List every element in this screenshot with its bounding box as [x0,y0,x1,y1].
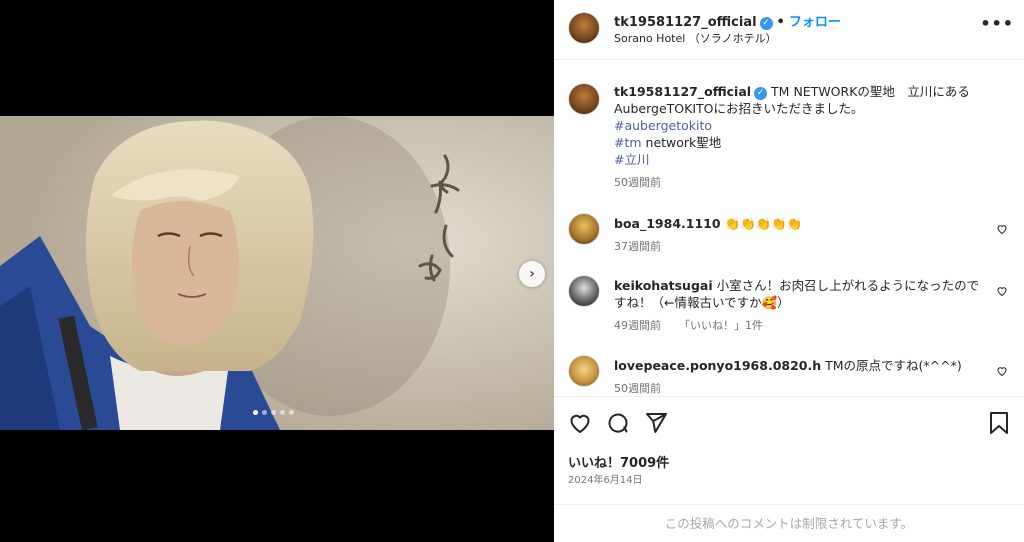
heart-icon[interactable] [996,365,1008,377]
comment-username[interactable]: boa_1984.1110 [614,216,721,231]
comment-text: TMの原点ですね(*^^*) [825,358,962,373]
comment-bubble-icon[interactable] [606,411,630,435]
caption-time[interactable]: 50週間前 [614,176,661,189]
comment-likes[interactable]: 「いいね！」1件 [679,319,763,332]
media-viewer: › [0,0,554,542]
commenter-avatar[interactable] [568,355,600,387]
bookmark-icon[interactable] [988,411,1010,435]
next-slide-button[interactable]: › [519,261,545,287]
action-bar [568,411,1010,437]
verified-badge-icon: ✓ [759,17,773,30]
carousel-indicator [253,410,294,415]
comment-time[interactable]: 49週間前 [614,319,661,332]
author-avatar[interactable] [568,12,600,44]
carousel-dot [280,410,285,415]
heart-icon[interactable] [996,285,1008,297]
hashtag-tm[interactable]: #tm [614,135,642,150]
separator-dot: • [776,15,785,30]
heart-icon[interactable] [996,223,1008,235]
comment-time[interactable]: 37週間前 [614,240,661,253]
author-line: tk19581127_official ✓ • フォロー [614,11,841,30]
post-date[interactable]: 2024年6月14日 [568,471,643,486]
verified-badge-icon: ✓ [754,87,768,100]
carousel-dot [262,410,267,415]
caption-text-line1: TM NETWORKの聖地 立川にある [771,84,970,99]
post-photo [0,116,554,430]
caption-body: tk19581127_official ✓ TM NETWORKの聖地 立川にある… [614,83,984,191]
hashtag-tachikawa[interactable]: #立川 [614,152,649,167]
location-link[interactable]: Sorano Hotel （ソラノホテル） [614,30,777,46]
comment-body: lovepeace.ponyo1968.0820.h TMの原点ですね(*^^*… [614,357,984,395]
comment-username[interactable]: lovepeace.ponyo1968.0820.h [614,358,821,373]
photo-illustration [0,116,554,430]
caption-tag2-rest: network聖地 [641,135,722,150]
caption-username[interactable]: tk19581127_official [614,84,751,99]
comment-time[interactable]: 50週間前 [614,382,661,395]
commenter-avatar[interactable] [568,275,600,307]
like-heart-icon[interactable] [568,411,592,435]
post-header: tk19581127_official ✓ • フォロー Sorano Hotel （… [554,0,1024,60]
commenter-avatar[interactable] [568,213,600,245]
caption-avatar[interactable] [568,83,600,115]
carousel-dot [289,410,294,415]
comments-list: tk19581127_official ✓ TM NETWORKの聖地 立川にある… [554,61,1024,395]
follow-button[interactable]: フォロー [789,15,841,30]
comment-username[interactable]: keikohatsugai [614,278,713,293]
share-send-icon[interactable] [644,411,668,435]
comment-body: keikohatsugai 小室さん！お肉召し上がれるようになったのですね！（←… [614,277,984,334]
instagram-post: › tk19581127_official ✓ • フォロー Sorano Hotel… [0,0,1024,542]
author-username[interactable]: tk19581127_official [614,15,757,30]
comments-restricted-notice: この投稿へのコメントは制限されています。 [554,504,1024,542]
like-count[interactable]: いいね！7009件 [568,452,669,471]
comment-text: 👏👏👏👏👏 [724,216,803,231]
post-sidebar: tk19581127_official ✓ • フォロー Sorano Hotel （… [554,0,1024,542]
carousel-dot-active [253,410,258,415]
caption-text-line2: AubergeTOKITOにお招きいただきました。 [614,101,864,116]
more-options-icon[interactable]: ••• [980,14,1014,33]
hashtag-aubergetokito[interactable]: #aubergetokito [614,118,712,133]
carousel-dot [271,410,276,415]
comment-body: boa_1984.1110 👏👏👏👏👏 37週間前 [614,215,984,255]
post-actions: いいね！7009件 2024年6月14日 この投稿へのコメントは制限されています… [554,396,1024,542]
